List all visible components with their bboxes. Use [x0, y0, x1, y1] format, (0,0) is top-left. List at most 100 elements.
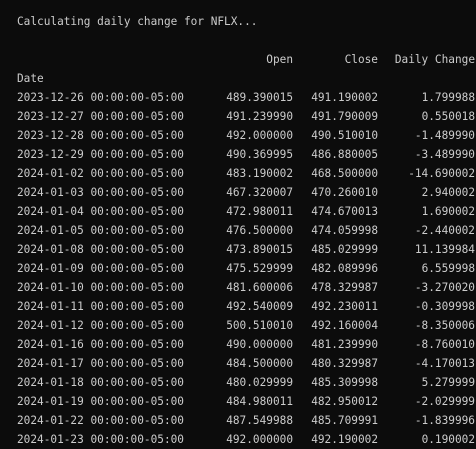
row-date: 2023-12-29 00:00:00-05:00	[17, 148, 184, 161]
row-open: 484.500000	[226, 357, 293, 370]
row-open: 489.390015	[226, 91, 293, 104]
row-date: 2024-01-04 00:00:00-05:00	[17, 205, 184, 218]
row-close: 485.709991	[311, 414, 378, 427]
index-name: Date	[17, 72, 44, 85]
row-daily-change: 11.139984	[414, 243, 475, 256]
table-row: 2024-01-10 00:00:00-05:00 481.600006 478.3…	[17, 278, 476, 297]
row-daily-change: 6.559998	[421, 262, 475, 275]
table-row: 2024-01-03 00:00:00-05:00 467.320007 470.2…	[17, 183, 476, 202]
row-close: 490.510010	[311, 129, 378, 142]
row-daily-change: 2.940002	[421, 186, 475, 199]
row-date: 2024-01-08 00:00:00-05:00	[17, 243, 184, 256]
index-name-row: Date	[17, 69, 476, 88]
row-date: 2024-01-03 00:00:00-05:00	[17, 186, 184, 199]
table-row: 2024-01-19 00:00:00-05:00 484.980011 482.9…	[17, 392, 476, 411]
column-header-close: Close	[344, 53, 378, 66]
table-row: 2024-01-16 00:00:00-05:00 490.000000 481.2…	[17, 335, 476, 354]
row-open: 490.369995	[226, 148, 293, 161]
row-daily-change: -3.489990	[414, 148, 475, 161]
table-row: 2024-01-02 00:00:00-05:00 483.190002 468.5…	[17, 164, 476, 183]
row-daily-change: -2.440002	[414, 224, 475, 237]
row-open: 483.190002	[226, 167, 293, 180]
row-close: 491.790009	[311, 110, 378, 123]
row-open: 490.000000	[226, 338, 293, 351]
row-open: 500.510010	[226, 319, 293, 332]
row-date: 2024-01-05 00:00:00-05:00	[17, 224, 184, 237]
table-row: 2024-01-04 00:00:00-05:00 472.980011 474.6…	[17, 202, 476, 221]
row-date: 2024-01-10 00:00:00-05:00	[17, 281, 184, 294]
row-close: 480.329987	[311, 357, 378, 370]
row-open: 487.549988	[226, 414, 293, 427]
row-date: 2024-01-09 00:00:00-05:00	[17, 262, 184, 275]
column-header-open: Open	[266, 53, 293, 66]
row-open: 492.000000	[226, 129, 293, 142]
row-open: 480.029999	[226, 376, 293, 389]
row-date: 2024-01-02 00:00:00-05:00	[17, 167, 184, 180]
row-daily-change: -8.760010	[414, 338, 475, 351]
row-daily-change: -8.350006	[414, 319, 475, 332]
table-row: 2023-12-27 00:00:00-05:00 491.239990 491.7…	[17, 107, 476, 126]
row-daily-change: 5.279999	[421, 376, 475, 389]
row-daily-change: -0.309998	[414, 300, 475, 313]
row-open: 484.980011	[226, 395, 293, 408]
row-daily-change: -1.839996	[414, 414, 475, 427]
table-row: 2024-01-12 00:00:00-05:00 500.510010 492.1…	[17, 316, 476, 335]
row-daily-change: -3.270020	[414, 281, 475, 294]
row-close: 478.329987	[311, 281, 378, 294]
row-open: 472.980011	[226, 205, 293, 218]
terminal-output: Calculating daily change for NFLX... Ope…	[0, 0, 476, 446]
row-date: 2024-01-22 00:00:00-05:00	[17, 414, 184, 427]
row-close: 485.029999	[311, 243, 378, 256]
row-close: 492.230011	[311, 300, 378, 313]
row-date: 2023-12-26 00:00:00-05:00	[17, 91, 184, 104]
row-open: 491.239990	[226, 110, 293, 123]
row-close: 468.500000	[311, 167, 378, 180]
row-date: 2024-01-23 00:00:00-05:00	[17, 433, 184, 446]
row-close: 470.260010	[311, 186, 378, 199]
table-row: 2024-01-23 00:00:00-05:00 492.000000 492.1…	[17, 430, 476, 449]
table-row: 2024-01-18 00:00:00-05:00 480.029999 485.3…	[17, 373, 476, 392]
row-open: 473.890015	[226, 243, 293, 256]
table-row: 2023-12-26 00:00:00-05:00 489.390015 491.1…	[17, 88, 476, 107]
row-daily-change: 1.799988	[421, 91, 475, 104]
table-row: 2024-01-17 00:00:00-05:00 484.500000 480.3…	[17, 354, 476, 373]
status-message: Calculating daily change for NFLX...	[17, 15, 258, 28]
row-date: 2024-01-12 00:00:00-05:00	[17, 319, 184, 332]
row-close: 482.950012	[311, 395, 378, 408]
row-close: 491.190002	[311, 91, 378, 104]
column-header-row: Open Close Daily Change	[17, 50, 476, 69]
row-close: 474.670013	[311, 205, 378, 218]
table-row: 2024-01-08 00:00:00-05:00 473.890015 485.0…	[17, 240, 476, 259]
row-daily-change: 0.550018	[421, 110, 475, 123]
row-date: 2024-01-17 00:00:00-05:00	[17, 357, 184, 370]
table-row: 2024-01-05 00:00:00-05:00 476.500000 474.0…	[17, 221, 476, 240]
row-close: 485.309998	[311, 376, 378, 389]
index-header-blank	[17, 50, 205, 69]
row-open: 492.000000	[226, 433, 293, 446]
row-open: 467.320007	[226, 186, 293, 199]
row-daily-change: -1.489990	[414, 129, 475, 142]
table-row: 2023-12-29 00:00:00-05:00 490.369995 486.8…	[17, 145, 476, 164]
row-open: 481.600006	[226, 281, 293, 294]
row-date: 2024-01-16 00:00:00-05:00	[17, 338, 184, 351]
row-daily-change: 0.190002	[421, 433, 475, 446]
row-close: 486.880005	[311, 148, 378, 161]
row-close: 474.059998	[311, 224, 378, 237]
row-date: 2024-01-19 00:00:00-05:00	[17, 395, 184, 408]
row-date: 2024-01-11 00:00:00-05:00	[17, 300, 184, 313]
row-close: 492.190002	[311, 433, 378, 446]
row-close: 482.089996	[311, 262, 378, 275]
column-header-daily-change: Daily Change	[394, 53, 475, 66]
row-open: 476.500000	[226, 224, 293, 237]
row-date: 2023-12-27 00:00:00-05:00	[17, 110, 184, 123]
row-close: 492.160004	[311, 319, 378, 332]
row-daily-change: -14.690002	[408, 167, 475, 180]
row-daily-change: -2.029999	[414, 395, 475, 408]
table-row: 2024-01-22 00:00:00-05:00 487.549988 485.7…	[17, 411, 476, 430]
row-open: 492.540009	[226, 300, 293, 313]
table-row: 2024-01-11 00:00:00-05:00 492.540009 492.2…	[17, 297, 476, 316]
row-close: 481.239990	[311, 338, 378, 351]
row-open: 475.529999	[226, 262, 293, 275]
data-rows: 2023-12-26 00:00:00-05:00 489.390015 491.1…	[17, 88, 476, 449]
